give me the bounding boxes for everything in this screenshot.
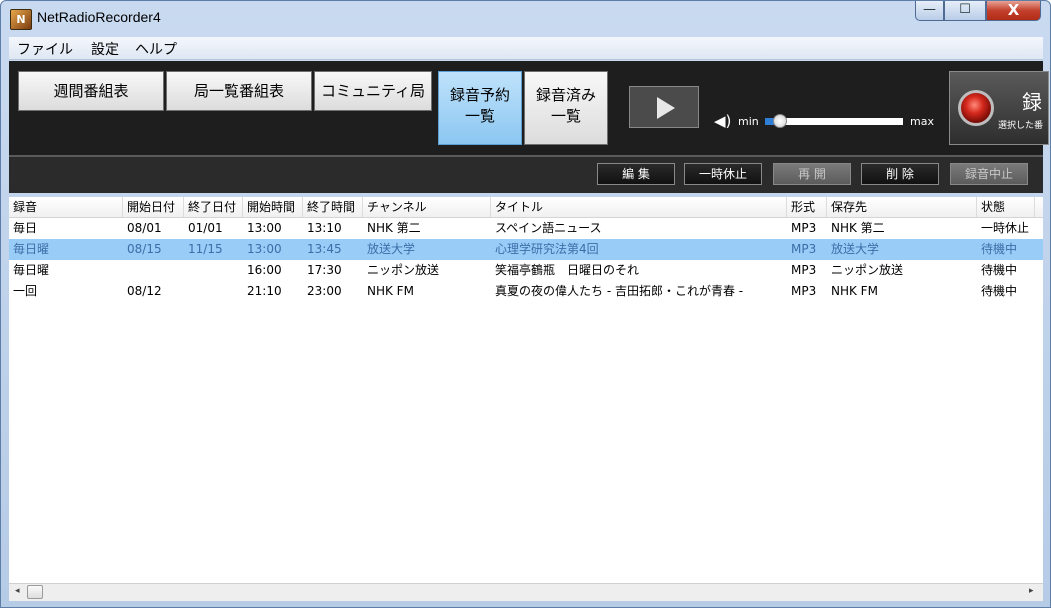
- menu-file[interactable]: ファイル: [17, 39, 73, 59]
- menu-settings[interactable]: 設定: [91, 39, 119, 59]
- cell-destination: NHK 第二: [831, 221, 885, 235]
- cell-channel: NHK 第二: [367, 221, 421, 235]
- main-toolbar: 週間番組表 局一覧番組表 コミュニティ局 録音予約 一覧 録音済み 一覧 ◀) …: [9, 61, 1049, 157]
- cell-end-time: 17:30: [307, 263, 342, 277]
- table-row[interactable]: 毎日曜 08/15 11/15 13:00 13:45 放送大学 心理学研究法第4回 MP3 放…: [9, 239, 1043, 260]
- cell-destination: NHK FM: [831, 284, 878, 298]
- cell-start-time: 16:00: [247, 263, 282, 277]
- menu-help[interactable]: ヘルプ: [135, 39, 177, 59]
- reservation-table[interactable]: 録音 開始日付 終了日付 開始時間 終了時間 チャンネル タイトル 形式 保存先 状態 毎日 08/…: [9, 197, 1043, 583]
- cell-destination: ニッポン放送: [831, 263, 904, 277]
- table-row[interactable]: 一回 08/12 21:10 23:00 NHK FM 真夏の夜の偉人たち - 吉田拓郎・…: [9, 281, 1043, 302]
- table-row[interactable]: 毎日曜 16:00 17:30 ニッポン放送 笑福亭鶴瓶 日曜日のそれ MP3 ニッポン放送…: [9, 260, 1043, 281]
- col-channel-header[interactable]: チャンネル: [363, 197, 491, 217]
- cell-title: スペイン語ニュース: [495, 221, 602, 235]
- play-icon: [657, 97, 675, 119]
- window-title: NetRadioRecorder4: [37, 9, 161, 25]
- cell-start-date: [123, 260, 184, 281]
- weekly-schedule-button[interactable]: 週間番組表: [18, 71, 164, 111]
- cell-title: 笑福亭鶴瓶 日曜日のそれ: [495, 263, 640, 277]
- cell-start-time: 13:00: [247, 221, 282, 235]
- cell-status: 待機中: [981, 263, 1018, 277]
- cell-format: MP3: [791, 242, 817, 256]
- record-button[interactable]: 録 選択した番: [949, 71, 1049, 145]
- record-icon: [958, 90, 994, 126]
- col-destination-header[interactable]: 保存先: [827, 197, 977, 217]
- title-bar[interactable]: N NetRadioRecorder4 — ☐ X: [1, 1, 1050, 35]
- recorded-list-label-2: 一覧: [550, 107, 581, 125]
- cell-start-time: 21:10: [247, 284, 282, 298]
- record-sublabel: 選択した番: [998, 121, 1044, 131]
- volume-max-label: max: [910, 115, 934, 128]
- cell-end-date: 11/15: [188, 242, 223, 256]
- app-logo-icon: N: [10, 9, 32, 30]
- table-header: 録音 開始日付 終了日付 開始時間 終了時間 チャンネル タイトル 形式 保存先 状態: [9, 197, 1043, 218]
- delete-button[interactable]: 削 除: [861, 163, 939, 185]
- cell-end-date: [184, 260, 243, 281]
- horizontal-scrollbar[interactable]: ◂ ▸: [9, 583, 1043, 601]
- app-window: N NetRadioRecorder4 — ☐ X ファイル 設定 ヘルプ 週間…: [0, 0, 1051, 608]
- cell-recording: 毎日曜: [13, 242, 50, 256]
- play-button[interactable]: [629, 86, 699, 128]
- stop-recording-button[interactable]: 録音中止: [950, 163, 1028, 185]
- cell-start-date: 08/15: [127, 242, 162, 256]
- maximize-button[interactable]: ☐: [944, 1, 986, 21]
- cell-end-time: 13:45: [307, 242, 342, 256]
- col-start-date-header[interactable]: 開始日付: [123, 197, 184, 217]
- cell-channel: NHK FM: [367, 284, 414, 298]
- reservation-list-button[interactable]: 録音予約 一覧: [438, 71, 522, 145]
- table-row[interactable]: 毎日 08/01 01/01 13:00 13:10 NHK 第二 スペイン語ニュース MP3…: [9, 218, 1043, 239]
- recorded-list-label-1: 録音済み: [535, 86, 596, 104]
- scrollbar-thumb[interactable]: [27, 585, 43, 599]
- reservation-list-label-2: 一覧: [464, 107, 495, 125]
- cell-start-time: 13:00: [247, 242, 282, 256]
- cell-title: 心理学研究法第4回: [495, 242, 599, 256]
- volume-min-label: min: [738, 115, 759, 128]
- cell-start-date: 08/01: [127, 221, 162, 235]
- volume-slider-thumb[interactable]: [773, 114, 788, 128]
- cell-status: 待機中: [981, 284, 1018, 298]
- cell-end-time: 13:10: [307, 221, 342, 235]
- resume-button[interactable]: 再 開: [773, 163, 851, 185]
- cell-end-date: [184, 281, 243, 302]
- community-station-button[interactable]: コミュニティ局: [314, 71, 432, 111]
- scroll-left-icon[interactable]: ◂: [15, 586, 20, 596]
- col-recording-header[interactable]: 録音: [9, 197, 123, 217]
- cell-recording: 毎日: [13, 221, 38, 235]
- cell-format: MP3: [791, 221, 817, 235]
- volume-slider[interactable]: [765, 114, 903, 128]
- col-end-date-header[interactable]: 終了日付: [184, 197, 243, 217]
- speaker-icon: ◀): [714, 112, 732, 130]
- scroll-right-icon[interactable]: ▸: [1029, 586, 1034, 596]
- menu-bar: ファイル 設定 ヘルプ: [9, 37, 1043, 60]
- col-format-header[interactable]: 形式: [787, 197, 827, 217]
- col-end-time-header[interactable]: 終了時間: [303, 197, 363, 217]
- cell-status: 待機中: [981, 242, 1018, 256]
- record-label: 録: [1022, 90, 1042, 114]
- cell-title: 真夏の夜の偉人たち - 吉田拓郎・これが青春 -: [495, 284, 744, 298]
- cell-end-date: 01/01: [188, 221, 223, 235]
- col-title-header[interactable]: タイトル: [491, 197, 787, 217]
- edit-button[interactable]: 編 集: [597, 163, 675, 185]
- cell-end-time: 23:00: [307, 284, 342, 298]
- minimize-button[interactable]: —: [915, 1, 944, 21]
- action-bar: 編 集 一時休止 再 開 削 除 録音中止: [9, 157, 1043, 193]
- cell-channel: ニッポン放送: [367, 263, 440, 277]
- reservation-list-label-1: 録音予約: [449, 86, 510, 104]
- cell-destination: 放送大学: [831, 242, 880, 256]
- cell-channel: 放送大学: [367, 242, 416, 256]
- cell-start-date: 08/12: [127, 284, 162, 298]
- cell-format: MP3: [791, 284, 817, 298]
- cell-recording: 毎日曜: [13, 263, 50, 277]
- pause-button[interactable]: 一時休止: [684, 163, 762, 185]
- station-list-schedule-button[interactable]: 局一覧番組表: [166, 71, 312, 111]
- col-start-time-header[interactable]: 開始時間: [243, 197, 303, 217]
- cell-status: 一時休止: [981, 221, 1030, 235]
- close-button[interactable]: X: [986, 1, 1041, 21]
- cell-format: MP3: [791, 263, 817, 277]
- cell-recording: 一回: [13, 284, 38, 298]
- col-status-header[interactable]: 状態: [977, 197, 1035, 217]
- recorded-list-button[interactable]: 録音済み 一覧: [524, 71, 608, 145]
